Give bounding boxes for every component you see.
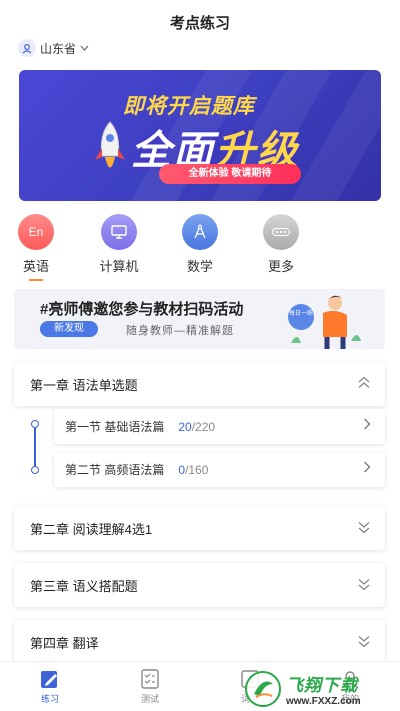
tab-label: 练习	[40, 694, 59, 704]
category-label: 数学	[186, 259, 213, 274]
category-more[interactable]: 更多	[251, 214, 311, 275]
category-label: 计算机	[99, 259, 139, 274]
category-computer[interactable]: 计算机	[89, 214, 149, 275]
category-math[interactable]: 数学	[170, 214, 230, 275]
chapter-label: 第三章 语义搭配题	[30, 578, 138, 594]
section-label: 第一节 基础语法篇	[65, 420, 165, 434]
tab-test[interactable]: 测试	[120, 668, 180, 705]
activity-promo[interactable]: #亮师傅邀您参与教材扫码活动 新发现 随身教师—精准解题 每日一练	[14, 289, 385, 349]
chevron-right-icon	[363, 461, 371, 476]
en-icon: En	[18, 214, 54, 250]
section-1[interactable]: 第一节 基础语法篇 20/220	[54, 409, 385, 444]
chevron-down-icon	[357, 520, 371, 537]
chevron-down-icon	[357, 634, 371, 651]
chapter-1[interactable]: 第一章 语法单选题	[14, 362, 385, 406]
location-icon	[18, 39, 36, 57]
promo-banner[interactable]: 即将开启题库 全面升级 全新体验 敬请期待	[19, 70, 381, 201]
page-title: 考点练习	[169, 15, 230, 32]
tab-practice[interactable]: 练习	[20, 668, 80, 705]
watermark-logo-icon	[245, 671, 281, 707]
category-label: 更多	[267, 259, 294, 274]
chapter-label: 第二章 阅读理解4选1	[30, 521, 153, 537]
category-bar: En 英语 计算机 数学 更多	[0, 214, 400, 281]
watermark-url: www.FXXZ.com	[286, 696, 361, 707]
chevron-down-icon	[357, 577, 371, 594]
promo-subtitle: 随身教师—精准解题	[126, 325, 234, 337]
region-label: 山东省	[40, 41, 77, 56]
tab-label: 测试	[140, 694, 159, 704]
section-2[interactable]: 第二节 高频语法篇 0/160	[54, 452, 385, 487]
promo-badge: 新发现	[40, 321, 98, 337]
watermark-brand: 飞翔下载	[286, 676, 358, 695]
category-english[interactable]: En 英语	[6, 214, 66, 281]
monitor-icon	[101, 214, 137, 250]
checklist-icon	[139, 668, 161, 690]
chapter-4[interactable]: 第四章 翻译	[14, 620, 385, 664]
watermark: 飞翔下载 www.FXXZ.com	[244, 669, 394, 709]
chapter-2[interactable]: 第二章 阅读理解4选1	[14, 506, 385, 550]
chevron-right-icon	[363, 418, 371, 433]
chapter-label: 第四章 翻译	[30, 635, 99, 651]
edit-icon	[39, 668, 61, 690]
category-label: 英语	[22, 259, 49, 274]
section-label: 第二节 高频语法篇	[65, 463, 165, 477]
promo-title: #亮师傅邀您参与教材扫码活动	[40, 301, 244, 318]
section-timeline	[30, 420, 40, 476]
compass-icon	[182, 214, 218, 250]
chevron-down-icon	[80, 43, 89, 53]
section-progress: 20/220	[178, 419, 216, 434]
region-selector[interactable]: 山东省	[18, 39, 89, 57]
more-icon	[263, 214, 299, 250]
rocket-icon	[93, 120, 127, 185]
banner-pill: 全新体验 敬请期待	[159, 164, 301, 184]
section-progress: 0/160	[178, 462, 209, 477]
teacher-illustration-icon: 每日一练	[288, 295, 361, 349]
banner-line1: 即将开启题库	[123, 95, 255, 118]
chevron-up-icon	[357, 376, 371, 393]
active-indicator	[29, 279, 43, 281]
chapter-3[interactable]: 第三章 语义搭配题	[14, 563, 385, 607]
chapter-label: 第一章 语法单选题	[30, 377, 138, 393]
bubble-text: 每日一练	[289, 309, 313, 317]
